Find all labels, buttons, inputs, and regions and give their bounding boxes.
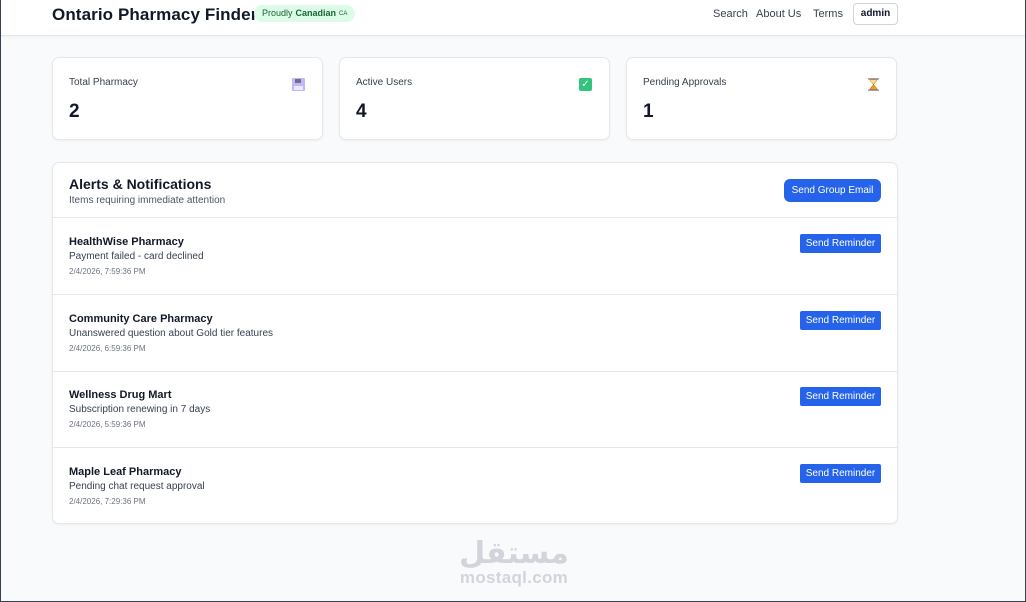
send-reminder-button[interactable]: Send Reminder — [800, 387, 881, 406]
badge-prefix: Proudly — [262, 8, 293, 18]
alert-timestamp: 2/4/2026, 6:59:36 PM — [69, 344, 146, 353]
send-group-email-button[interactable]: Send Group Email — [784, 179, 881, 202]
stat-card-pending-approvals: Pending Approvals 1 — [626, 57, 897, 140]
alert-row: Wellness Drug Mart Subscription renewing… — [53, 371, 897, 448]
badge-strong: Canadian — [295, 8, 337, 18]
alert-message: Payment failed - card declined — [69, 251, 204, 262]
admin-button[interactable]: admin — [853, 3, 898, 25]
stat-value: 1 — [643, 101, 654, 122]
alert-row: Maple Leaf Pharmacy Pending chat request… — [53, 448, 897, 523]
alerts-subtitle: Items requiring immediate attention — [69, 195, 226, 206]
alert-timestamp: 2/4/2026, 7:59:36 PM — [69, 267, 146, 276]
alert-pharmacy-name: Wellness Drug Mart — [69, 389, 172, 401]
alert-timestamp: 2/4/2026, 7:29:36 PM — [69, 497, 146, 506]
alert-message: Pending chat request approval — [69, 481, 205, 492]
stat-card-total-pharmacy: Total Pharmacy 2 — [52, 57, 323, 140]
check-mark-icon: ✓ — [579, 78, 592, 91]
send-reminder-button[interactable]: Send Reminder — [800, 234, 881, 253]
alerts-title: Alerts & Notifications — [69, 176, 212, 192]
floppy-disk-icon — [292, 78, 305, 91]
stat-card-active-users: Active Users 4 ✓ — [339, 57, 610, 140]
alert-message: Subscription renewing in 7 days — [69, 404, 211, 415]
alert-message: Unanswered question about Gold tier feat… — [69, 328, 274, 339]
send-reminder-button[interactable]: Send Reminder — [800, 464, 881, 483]
mostaql-watermark-logo: مستقل — [459, 536, 569, 569]
stat-value: 2 — [69, 101, 80, 122]
watermark-text: mostaql.com — [459, 568, 569, 587]
alert-row: Community Care Pharmacy Unanswered quest… — [53, 295, 897, 372]
send-reminder-button[interactable]: Send Reminder — [800, 311, 881, 330]
alert-pharmacy-name: Maple Leaf Pharmacy — [69, 466, 182, 478]
hourglass-icon — [868, 78, 879, 91]
stat-label: Total Pharmacy — [69, 77, 138, 88]
alert-row: HealthWise Pharmacy Payment failed - car… — [53, 218, 897, 295]
alert-pharmacy-name: Community Care Pharmacy — [69, 313, 213, 325]
alert-pharmacy-name: HealthWise Pharmacy — [69, 236, 184, 248]
brand-title[interactable]: Ontario Pharmacy Finder — [52, 5, 257, 25]
nav-link-terms[interactable]: Terms — [813, 0, 843, 28]
nav-link-about[interactable]: About Us — [756, 0, 801, 28]
stat-value: 4 — [356, 101, 367, 122]
alert-timestamp: 2/4/2026, 5:59:36 PM — [69, 420, 146, 429]
stat-label: Active Users — [356, 77, 413, 88]
nav-link-search[interactable]: Search — [713, 0, 748, 28]
top-navbar: Ontario Pharmacy Finder Proudly Canadian C… — [1, 0, 1025, 36]
alerts-panel-header: Alerts & Notifications Items requiring i… — [53, 163, 897, 218]
watermark-logo-text: مستقل — [459, 536, 569, 569]
alerts-panel: Alerts & Notifications Items requiring i… — [52, 162, 898, 524]
badge-suffix: CA — [339, 11, 348, 17]
stat-label: Pending Approvals — [643, 77, 727, 88]
proudly-canadian-badge: Proudly Canadian CA — [254, 5, 356, 22]
